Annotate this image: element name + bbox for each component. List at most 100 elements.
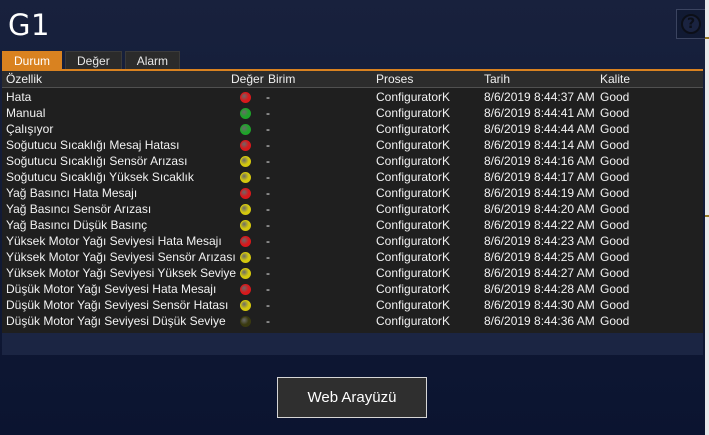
table-footer-area: [2, 333, 703, 355]
process-value: ConfiguratorK: [376, 170, 451, 184]
property-name: Yüksek Motor Yağı Seviyesi Sensör Arızas…: [6, 250, 236, 264]
property-name: Düşük Motor Yağı Seviyesi Sensör Hatası: [6, 298, 229, 312]
quality-value: Good: [600, 122, 630, 136]
quality-value: Good: [600, 298, 630, 312]
quality-value: Good: [600, 106, 630, 120]
status-led-icon: [240, 156, 251, 167]
table-row[interactable]: Soğutucu Sıcaklığı Mesaj Hatası - Configur…: [2, 137, 703, 153]
unit-value: -: [266, 122, 270, 136]
unit-value: -: [266, 138, 270, 152]
timestamp-value: 8/6/2019 8:44:41 AM: [484, 106, 595, 120]
timestamp-value: 8/6/2019 8:44:23 AM: [484, 234, 595, 248]
property-name: Düşük Motor Yağı Seviyesi Düşük Seviye: [6, 314, 226, 328]
property-name: Hata: [6, 90, 32, 104]
unit-value: -: [266, 90, 270, 104]
process-value: ConfiguratorK: [376, 122, 451, 136]
unit-value: -: [266, 202, 270, 216]
process-value: ConfiguratorK: [376, 282, 451, 296]
status-led-icon: [240, 172, 251, 183]
table-row[interactable]: Düşük Motor Yağı Seviyesi Hata Mesajı - Co…: [2, 281, 703, 297]
unit-value: -: [266, 250, 270, 264]
quality-value: Good: [600, 282, 630, 296]
unit-value: -: [266, 314, 270, 328]
column-header-kalite[interactable]: Kalite: [600, 72, 630, 86]
table-row[interactable]: Soğutucu Sıcaklığı Sensör Arızası - Config…: [2, 153, 703, 169]
table-body: Hata - ConfiguratorK 8/6/2019 8:44:37 AM Goo…: [2, 89, 703, 329]
timestamp-value: 8/6/2019 8:44:44 AM: [484, 122, 595, 136]
table-row[interactable]: Düşük Motor Yağı Seviyesi Sensör Hatası -…: [2, 297, 703, 313]
process-value: ConfiguratorK: [376, 266, 451, 280]
unit-value: -: [266, 170, 270, 184]
help-icon: ?: [681, 14, 701, 34]
timestamp-value: 8/6/2019 8:44:22 AM: [484, 218, 595, 232]
unit-value: -: [266, 234, 270, 248]
tab-durum[interactable]: Durum: [2, 51, 63, 70]
table-row[interactable]: Yüksek Motor Yağı Seviyesi Sensör Arızas…: [2, 249, 703, 265]
timestamp-value: 8/6/2019 8:44:37 AM: [484, 90, 595, 104]
quality-value: Good: [600, 138, 630, 152]
process-value: ConfiguratorK: [376, 298, 451, 312]
timestamp-value: 8/6/2019 8:44:17 AM: [484, 170, 595, 184]
table-row[interactable]: Yağ Basıncı Hata Mesajı - ConfiguratorK 8/6…: [2, 185, 703, 201]
help-button[interactable]: ?: [676, 9, 706, 39]
table-row[interactable]: Manual - ConfiguratorK 8/6/2019 8:44:41 AM G…: [2, 105, 703, 121]
status-led-icon: [240, 268, 251, 279]
unit-value: -: [266, 266, 270, 280]
timestamp-value: 8/6/2019 8:44:36 AM: [484, 314, 595, 328]
quality-value: Good: [600, 314, 630, 328]
quality-value: Good: [600, 218, 630, 232]
process-value: ConfiguratorK: [376, 202, 451, 216]
table-row[interactable]: Yağ Basıncı Sensör Arızası - ConfiguratorK…: [2, 201, 703, 217]
column-header-deger[interactable]: Değer: [231, 72, 264, 86]
table-row[interactable]: Düşük Motor Yağı Seviyesi Düşük Seviye - C…: [2, 313, 703, 329]
status-led-icon: [240, 284, 251, 295]
table-row[interactable]: Hata - ConfiguratorK 8/6/2019 8:44:37 AM Goo…: [2, 89, 703, 105]
timestamp-value: 8/6/2019 8:44:16 AM: [484, 154, 595, 168]
property-name: Yağ Basıncı Düşük Basınç: [6, 218, 148, 232]
device-window: G1 ? Durum Değer Alarm Özellik Değer Bir…: [0, 0, 706, 435]
edge-marker: [705, 37, 709, 39]
column-header-proses[interactable]: Proses: [376, 72, 413, 86]
status-led-icon: [240, 220, 251, 231]
timestamp-value: 8/6/2019 8:44:19 AM: [484, 186, 595, 200]
window-title: G1: [8, 8, 50, 42]
quality-value: Good: [600, 234, 630, 248]
quality-value: Good: [600, 202, 630, 216]
timestamp-value: 8/6/2019 8:44:25 AM: [484, 250, 595, 264]
column-header-tarih[interactable]: Tarih: [484, 72, 510, 86]
property-name: Soğutucu Sıcaklığı Sensör Arızası: [6, 154, 188, 168]
table-row[interactable]: Çalışıyor - ConfiguratorK 8/6/2019 8:44:44 …: [2, 121, 703, 137]
quality-value: Good: [600, 90, 630, 104]
table-row[interactable]: Yağ Basıncı Düşük Basınç - ConfiguratorK 8/…: [2, 217, 703, 233]
status-led-icon: [240, 300, 251, 311]
timestamp-value: 8/6/2019 8:44:14 AM: [484, 138, 595, 152]
table-row[interactable]: Yüksek Motor Yağı Seviyesi Hata Mesajı - C…: [2, 233, 703, 249]
property-name: Soğutucu Sıcaklığı Mesaj Hatası: [6, 138, 180, 152]
table-row[interactable]: Soğutucu Sıcaklığı Yüksek Sıcaklık - Confi…: [2, 169, 703, 185]
column-header-ozellik[interactable]: Özellik: [6, 72, 42, 86]
property-name: Soğutucu Sıcaklığı Yüksek Sıcaklık: [6, 170, 194, 184]
process-value: ConfiguratorK: [376, 234, 451, 248]
status-led-icon: [240, 188, 251, 199]
web-interface-button[interactable]: Web Arayüzü: [277, 377, 427, 418]
process-value: ConfiguratorK: [376, 90, 451, 104]
process-value: ConfiguratorK: [376, 186, 451, 200]
unit-value: -: [266, 186, 270, 200]
quality-value: Good: [600, 266, 630, 280]
quality-value: Good: [600, 170, 630, 184]
status-led-icon: [240, 252, 251, 263]
process-value: ConfiguratorK: [376, 106, 451, 120]
process-value: ConfiguratorK: [376, 138, 451, 152]
tab-deger[interactable]: Değer: [65, 51, 122, 70]
process-value: ConfiguratorK: [376, 250, 451, 264]
table-row[interactable]: Yüksek Motor Yağı Seviyesi Yüksek Seviye…: [2, 265, 703, 281]
property-name: Manual: [6, 106, 46, 120]
tab-alarm[interactable]: Alarm: [124, 51, 181, 70]
process-value: ConfiguratorK: [376, 154, 451, 168]
process-value: ConfiguratorK: [376, 314, 451, 328]
status-table: Özellik Değer Birim Proses Tarih Kalite …: [2, 71, 703, 333]
unit-value: -: [266, 106, 270, 120]
status-led-icon: [240, 124, 251, 135]
property-name: Düşük Motor Yağı Seviyesi Hata Mesajı: [6, 282, 217, 296]
column-header-birim[interactable]: Birim: [268, 72, 295, 86]
